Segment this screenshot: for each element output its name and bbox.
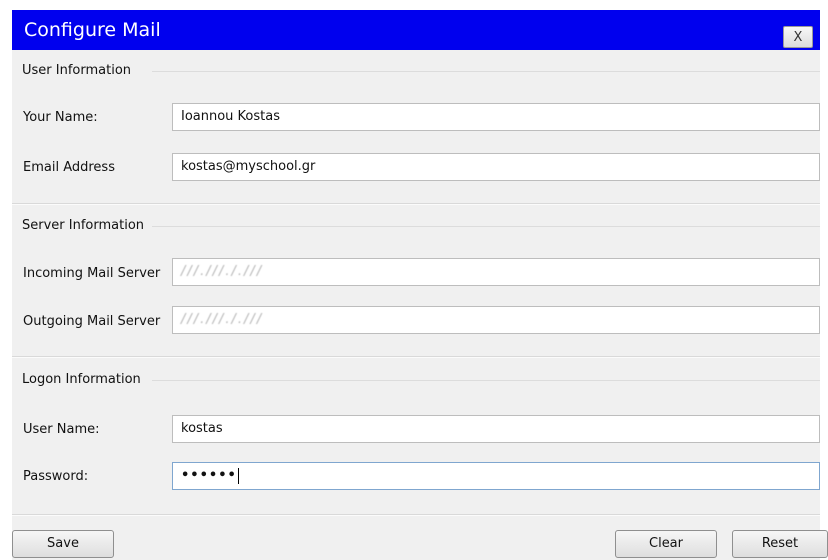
email-address-value: kostas@myschool.gr: [181, 159, 316, 174]
password-value: ••••••: [181, 468, 237, 483]
save-button[interactable]: Save: [12, 530, 114, 558]
server-information-heading: Server Information: [22, 218, 145, 233]
outgoing-server-input[interactable]: ///.///././//: [172, 306, 820, 334]
text-caret: [237, 467, 239, 484]
password-label: Password:: [23, 469, 89, 484]
user-name-input[interactable]: kostas: [172, 415, 820, 443]
email-address-label: Email Address: [23, 160, 115, 175]
incoming-server-label: Incoming Mail Server: [23, 266, 161, 281]
title-bar: Configure Mail X: [12, 10, 820, 50]
clear-button[interactable]: Clear: [615, 530, 717, 558]
window-title: Configure Mail: [24, 19, 161, 41]
your-name-input[interactable]: Ioannou Kostas: [172, 103, 820, 131]
section-divider: [152, 71, 820, 72]
server-information-section: Server Information Incoming Mail Server …: [12, 205, 820, 358]
section-divider: [152, 226, 820, 227]
incoming-server-value: ///.///././//: [181, 264, 264, 279]
section-divider: [152, 380, 820, 381]
email-address-input[interactable]: kostas@myschool.gr: [172, 153, 820, 181]
dialog-body: User Information Your Name: Ioannou Kost…: [12, 50, 820, 560]
password-input[interactable]: ••••••: [172, 462, 820, 490]
user-name-label: User Name:: [23, 422, 100, 437]
user-information-heading: User Information: [22, 63, 132, 78]
close-button[interactable]: X: [783, 26, 813, 48]
your-name-value: Ioannou Kostas: [181, 109, 280, 124]
outgoing-server-value: ///.///././//: [181, 312, 264, 327]
user-name-value: kostas: [181, 421, 223, 436]
outgoing-server-label: Outgoing Mail Server: [23, 314, 161, 329]
reset-button[interactable]: Reset: [732, 530, 828, 558]
incoming-server-input[interactable]: ///.///././//: [172, 258, 820, 286]
logon-information-section: Logon Information User Name: kostas Pass…: [12, 358, 820, 516]
your-name-label: Your Name:: [23, 110, 98, 125]
user-information-section: User Information Your Name: Ioannou Kost…: [12, 50, 820, 205]
section-separator: [12, 514, 820, 516]
logon-information-heading: Logon Information: [22, 372, 141, 387]
